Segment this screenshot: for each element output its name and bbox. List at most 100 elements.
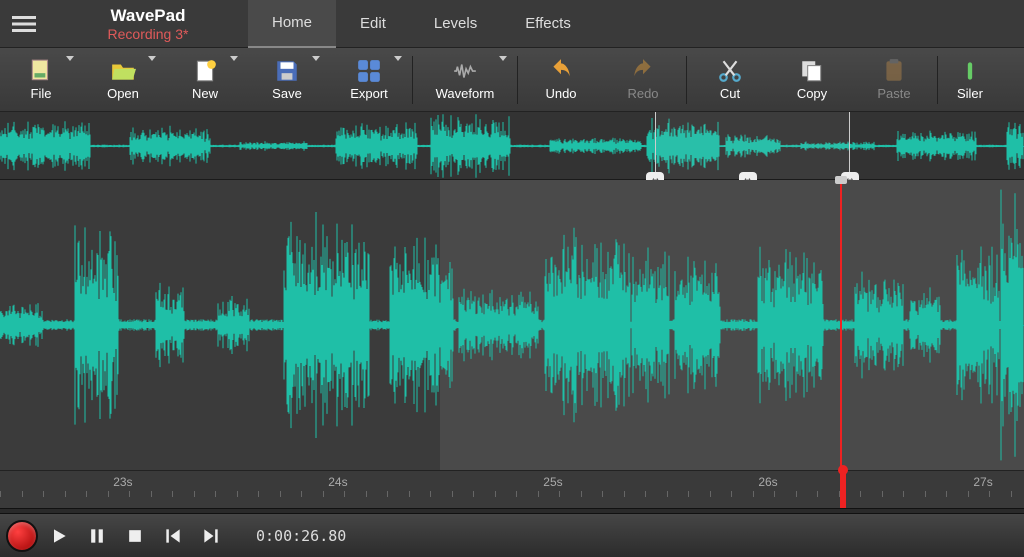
ruler-tick xyxy=(817,491,818,497)
tab-label: Home xyxy=(272,14,312,31)
hamburger-menu-icon[interactable] xyxy=(0,0,48,48)
tab-effects[interactable]: Effects xyxy=(501,0,595,48)
export-icon xyxy=(356,58,382,84)
redo-icon xyxy=(630,58,656,84)
ruler-tick xyxy=(0,491,1,497)
ruler-play-marker[interactable] xyxy=(840,471,846,508)
silence-icon xyxy=(957,58,983,84)
ruler-tick xyxy=(796,491,797,497)
ruler-tick xyxy=(968,491,969,497)
ruler-tick xyxy=(280,491,281,497)
ruler-label: 24s xyxy=(328,475,347,489)
toolbar-label: Siler xyxy=(957,86,983,101)
toolbar-label: Export xyxy=(350,86,388,101)
ruler-tick xyxy=(473,491,474,497)
overview-selection[interactable] xyxy=(655,112,850,179)
transport-bar: 0:00:26.80 xyxy=(0,513,1024,557)
toolbar-label: File xyxy=(31,86,52,101)
tab-edit[interactable]: Edit xyxy=(336,0,410,48)
waveform-button[interactable]: Waveform xyxy=(415,48,515,112)
tab-home[interactable]: Home xyxy=(248,0,336,48)
ruler-tick xyxy=(366,491,367,497)
ruler-tick xyxy=(22,491,23,497)
time-ruler[interactable]: 23s24s25s26s27s xyxy=(0,470,1024,508)
ruler-tick xyxy=(43,491,44,497)
ruler-tick xyxy=(710,491,711,497)
ruler-tick xyxy=(495,491,496,497)
pause-button[interactable] xyxy=(80,521,114,551)
ruler-tick xyxy=(215,491,216,497)
ruler-tick xyxy=(323,491,324,497)
ruler-tick xyxy=(688,491,689,497)
cut-icon xyxy=(717,58,743,84)
paste-icon xyxy=(881,58,907,84)
project-title: Recording 3* xyxy=(48,26,248,42)
ruler-tick xyxy=(452,491,453,497)
waveform-main[interactable] xyxy=(0,180,1024,470)
ruler-tick xyxy=(258,491,259,497)
toolbar: File Open New Save Export Waveform Undo … xyxy=(0,48,1024,112)
ruler-tick xyxy=(581,491,582,497)
title-block: WavePad Recording 3* xyxy=(48,6,248,42)
toolbar-separator xyxy=(686,56,687,104)
ruler-tick xyxy=(667,491,668,497)
new-icon xyxy=(192,58,218,84)
ruler-tick xyxy=(538,491,539,497)
tab-label: Levels xyxy=(434,15,477,32)
open-icon xyxy=(110,58,136,84)
ruler-label: 27s xyxy=(973,475,992,489)
ruler-tick xyxy=(86,491,87,497)
toolbar-separator xyxy=(517,56,518,104)
toolbar-label: Open xyxy=(107,86,139,101)
save-button[interactable]: Save xyxy=(246,48,328,112)
file-button[interactable]: File xyxy=(0,48,82,112)
redo-button[interactable]: Redo xyxy=(602,48,684,112)
ruler-tick xyxy=(903,491,904,497)
ruler-tick xyxy=(860,491,861,497)
skip-forward-button[interactable] xyxy=(194,521,228,551)
waveform-overview[interactable]: ↔↔↔ xyxy=(0,112,1024,180)
waveform-icon xyxy=(452,58,478,84)
ruler-tick xyxy=(344,491,345,497)
ruler-tick xyxy=(602,491,603,497)
silence-button[interactable]: Siler xyxy=(940,48,1000,112)
ruler-label: 25s xyxy=(543,475,562,489)
save-icon xyxy=(274,58,300,84)
skip-back-button[interactable] xyxy=(156,521,190,551)
ruler-tick xyxy=(65,491,66,497)
undo-icon xyxy=(548,58,574,84)
ruler-tick xyxy=(753,491,754,497)
toolbar-label: Waveform xyxy=(436,86,495,101)
ruler-tick xyxy=(645,491,646,497)
record-button[interactable] xyxy=(6,520,38,552)
stop-button[interactable] xyxy=(118,521,152,551)
main-waveform-svg xyxy=(0,180,1024,470)
open-button[interactable]: Open xyxy=(82,48,164,112)
play-button[interactable] xyxy=(42,521,76,551)
cut-button[interactable]: Cut xyxy=(689,48,771,112)
toolbar-label: Paste xyxy=(877,86,910,101)
copy-icon xyxy=(799,58,825,84)
toolbar-label: Copy xyxy=(797,86,827,101)
ruler-tick xyxy=(774,491,775,497)
ruler-tick xyxy=(624,491,625,497)
ruler-tick xyxy=(516,491,517,497)
ruler-tick xyxy=(151,491,152,497)
playhead[interactable] xyxy=(840,180,842,470)
toolbar-label: New xyxy=(192,86,218,101)
toolbar-separator xyxy=(937,56,938,104)
paste-button[interactable]: Paste xyxy=(853,48,935,112)
undo-button[interactable]: Undo xyxy=(520,48,602,112)
toolbar-label: Undo xyxy=(545,86,576,101)
export-button[interactable]: Export xyxy=(328,48,410,112)
copy-button[interactable]: Copy xyxy=(771,48,853,112)
toolbar-label: Redo xyxy=(627,86,658,101)
ruler-tick xyxy=(301,491,302,497)
tab-label: Edit xyxy=(360,15,386,32)
toolbar-label: Cut xyxy=(720,86,740,101)
ruler-tick xyxy=(1011,491,1012,497)
new-button[interactable]: New xyxy=(164,48,246,112)
toolbar-label: Save xyxy=(272,86,302,101)
tab-levels[interactable]: Levels xyxy=(410,0,501,48)
ruler-tick xyxy=(882,491,883,497)
